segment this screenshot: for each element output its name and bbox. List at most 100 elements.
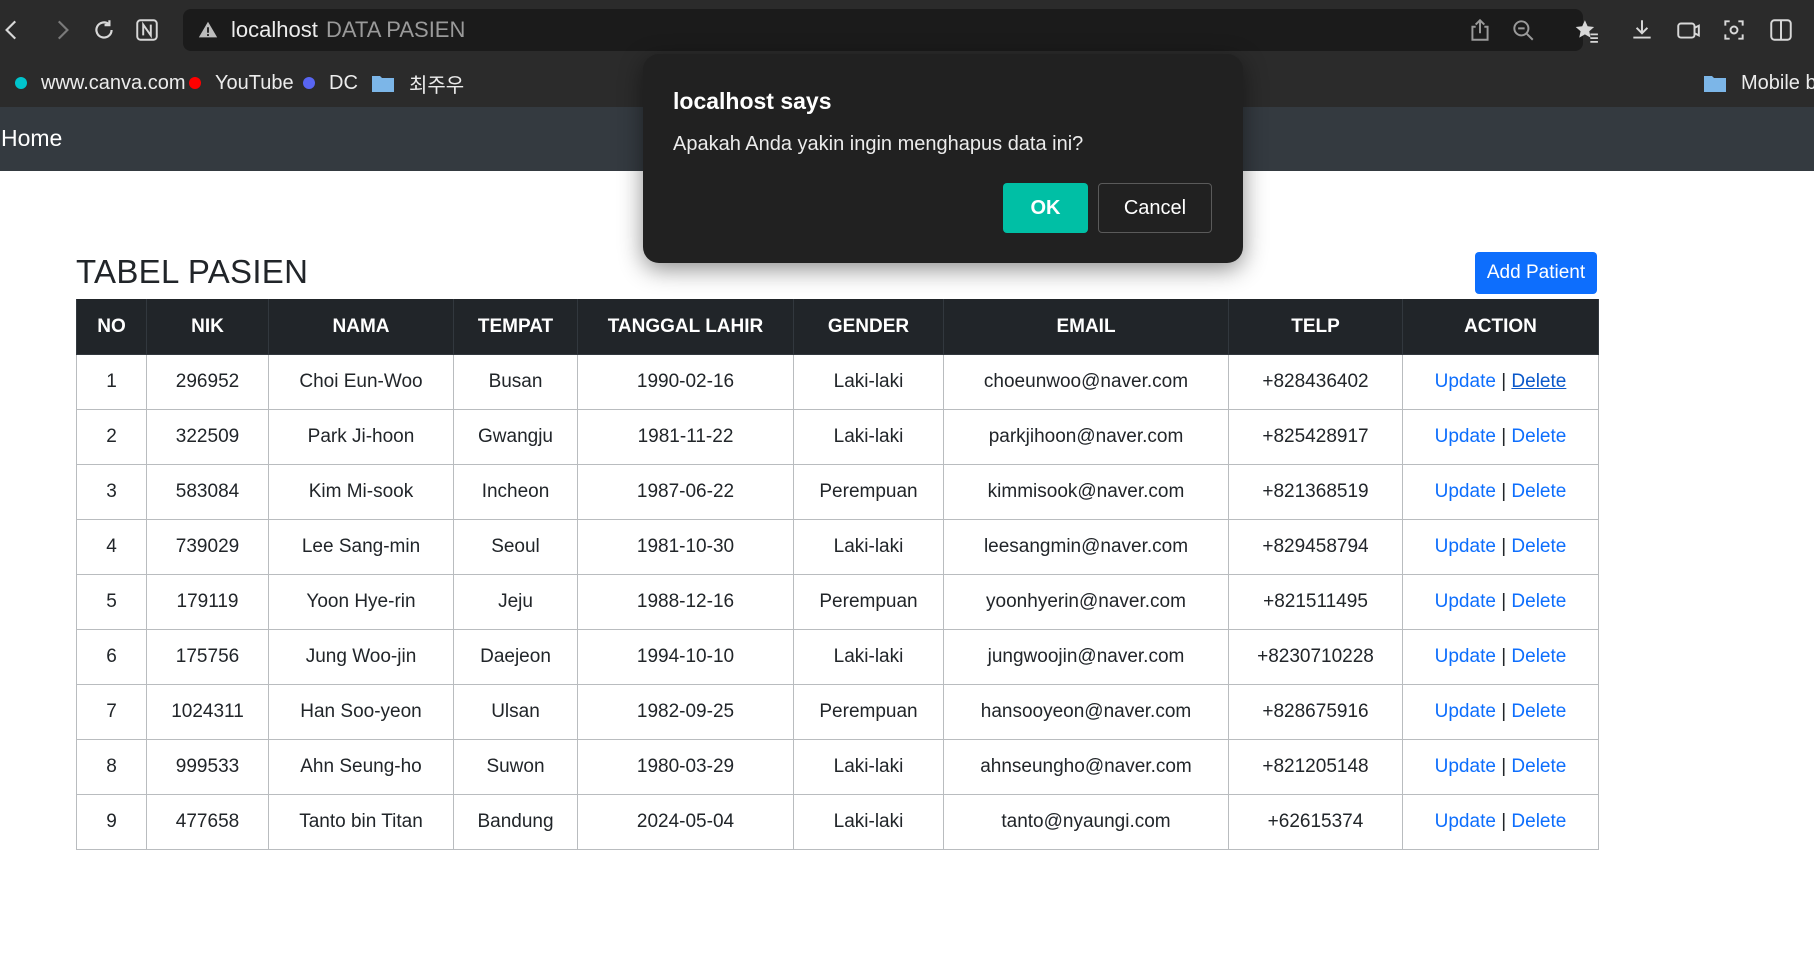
column-header: NO — [76, 299, 147, 355]
row-action: Update | Delete — [1402, 684, 1599, 740]
row-email: choeunwoo@naver.com — [943, 354, 1229, 410]
row-no: 6 — [76, 629, 147, 685]
row-gender: Laki-laki — [793, 354, 944, 410]
address-bar[interactable]: localhost DATA PASIEN — [183, 9, 1583, 51]
row-nama: Kim Mi-sook — [268, 464, 454, 520]
row-email: kimmisook@naver.com — [943, 464, 1229, 520]
row-telp: +62615374 — [1228, 794, 1403, 850]
action-separator: | — [1501, 371, 1507, 392]
row-gender: Laki-laki — [793, 629, 944, 685]
update-link[interactable]: Update — [1435, 426, 1496, 447]
row-tanggal-lahir: 1981-11-22 — [577, 409, 794, 465]
row-action: Update | Delete — [1402, 739, 1599, 795]
row-action: Update | Delete — [1402, 629, 1599, 685]
update-link[interactable]: Update — [1435, 646, 1496, 667]
notion-extension-icon[interactable] — [129, 12, 165, 48]
update-link[interactable]: Update — [1435, 701, 1496, 722]
bookmark-folder[interactable]: 최주우 — [371, 69, 464, 97]
column-header: GENDER — [793, 299, 944, 355]
row-telp: +8230710228 — [1228, 629, 1403, 685]
forward-icon[interactable] — [44, 12, 80, 48]
column-header: TELP — [1228, 299, 1403, 355]
download-icon[interactable] — [1624, 12, 1660, 48]
row-nama: Ahn Seung-ho — [268, 739, 454, 795]
zoom-out-icon[interactable] — [1505, 12, 1541, 48]
bookmark-youtube[interactable]: YouTube — [189, 69, 294, 97]
reload-icon[interactable] — [86, 12, 122, 48]
action-separator: | — [1501, 536, 1507, 557]
row-nik: 583084 — [146, 464, 269, 520]
extensions-icon[interactable] — [1716, 12, 1752, 48]
browser-toolbar: localhost DATA PASIEN — [0, 0, 1814, 59]
action-separator: | — [1501, 646, 1507, 667]
update-link[interactable]: Update — [1435, 756, 1496, 777]
favorites-icon[interactable] — [1568, 12, 1604, 48]
row-tempat: Incheon — [453, 464, 578, 520]
update-link[interactable]: Update — [1435, 591, 1496, 612]
action-separator: | — [1501, 426, 1507, 447]
delete-link[interactable]: Delete — [1511, 481, 1566, 502]
ok-button[interactable]: OK — [1003, 183, 1088, 233]
row-tempat: Bandung — [453, 794, 578, 850]
row-telp: +821368519 — [1228, 464, 1403, 520]
row-telp: +821205148 — [1228, 739, 1403, 795]
row-tempat: Gwangju — [453, 409, 578, 465]
row-tanggal-lahir: 1987-06-22 — [577, 464, 794, 520]
row-no: 7 — [76, 684, 147, 740]
row-email: hansooyeon@naver.com — [943, 684, 1229, 740]
delete-link[interactable]: Delete — [1511, 701, 1566, 722]
delete-link[interactable]: Delete — [1511, 756, 1566, 777]
table-row: 8 999533 Ahn Seung-ho Suwon 1980-03-29 Laki-l… — [76, 739, 1599, 795]
dc-icon — [303, 77, 315, 89]
delete-link[interactable]: Delete — [1511, 811, 1566, 832]
row-nik: 179119 — [146, 574, 269, 630]
delete-link[interactable]: Delete — [1511, 371, 1566, 392]
row-nama: Lee Sang-min — [268, 519, 454, 575]
delete-link[interactable]: Delete — [1511, 426, 1566, 447]
row-tempat: Suwon — [453, 739, 578, 795]
row-tempat: Busan — [453, 354, 578, 410]
warning-icon[interactable] — [197, 19, 219, 41]
row-tanggal-lahir: 2024-05-04 — [577, 794, 794, 850]
row-tanggal-lahir: 1982-09-25 — [577, 684, 794, 740]
row-no: 3 — [76, 464, 147, 520]
row-tempat: Jeju — [453, 574, 578, 630]
row-action: Update | Delete — [1402, 464, 1599, 520]
row-nik: 175756 — [146, 629, 269, 685]
cancel-button[interactable]: Cancel — [1098, 183, 1212, 233]
table-row: 5 179119 Yoon Hye-rin Jeju 1988-12-16 Perempu… — [76, 574, 1599, 630]
share-icon[interactable] — [1462, 12, 1498, 48]
back-icon[interactable] — [0, 12, 30, 48]
row-tempat: Ulsan — [453, 684, 578, 740]
bookmark-folder-mobile[interactable]: Mobile bo — [1703, 69, 1814, 97]
row-nama: Jung Woo-jin — [268, 629, 454, 685]
update-link[interactable]: Update — [1435, 481, 1496, 502]
bookmark-canva[interactable]: www.canva.com — [15, 69, 186, 97]
update-link[interactable]: Update — [1435, 536, 1496, 557]
row-tanggal-lahir: 1994-10-10 — [577, 629, 794, 685]
row-email: leesangmin@naver.com — [943, 519, 1229, 575]
patient-table: NO NIK NAMA TEMPAT TANGGAL LAHIR GENDER … — [76, 299, 1599, 850]
delete-link[interactable]: Delete — [1511, 646, 1566, 667]
table-row: 3 583084 Kim Mi-sook Incheon 1987-06-22 Perem… — [76, 464, 1599, 520]
row-action: Update | Delete — [1402, 574, 1599, 630]
update-link[interactable]: Update — [1435, 371, 1496, 392]
delete-link[interactable]: Delete — [1511, 591, 1566, 612]
screen-capture-icon[interactable] — [1670, 12, 1706, 48]
action-separator: | — [1501, 591, 1507, 612]
row-email: ahnseungho@naver.com — [943, 739, 1229, 795]
delete-link[interactable]: Delete — [1511, 536, 1566, 557]
confirm-dialog: localhost says Apakah Anda yakin ingin m… — [643, 54, 1243, 263]
row-nik: 1024311 — [146, 684, 269, 740]
action-separator: | — [1501, 481, 1507, 502]
split-screen-icon[interactable] — [1763, 12, 1799, 48]
address-page-title: DATA PASIEN — [326, 17, 466, 42]
row-email: yoonhyerin@naver.com — [943, 574, 1229, 630]
bookmark-dc[interactable]: DC — [303, 69, 358, 97]
column-header: TEMPAT — [453, 299, 578, 355]
row-telp: +829458794 — [1228, 519, 1403, 575]
add-patient-button[interactable]: Add Patient — [1475, 252, 1597, 294]
nav-home-link[interactable]: Home — [1, 125, 62, 152]
dialog-title: localhost says — [673, 88, 832, 114]
update-link[interactable]: Update — [1435, 811, 1496, 832]
